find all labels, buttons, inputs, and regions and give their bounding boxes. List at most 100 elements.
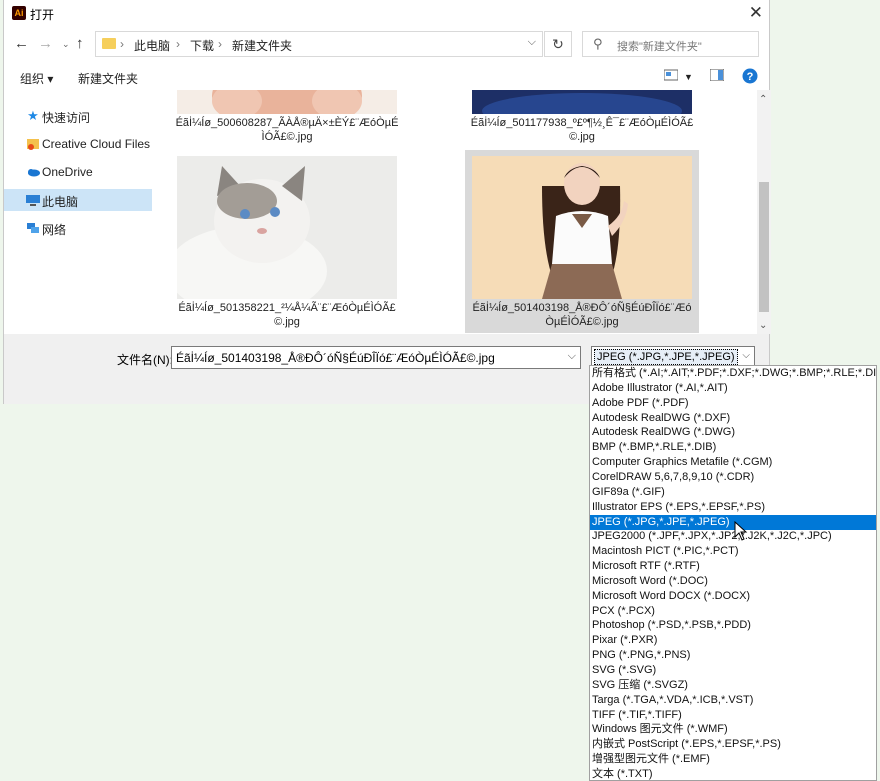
title-bar: Ai 打开 ✕	[4, 0, 769, 28]
mouse-cursor-icon	[734, 521, 748, 541]
file-thumbnail-image	[472, 156, 692, 299]
filename-input[interactable]: Éãİ¼Íø_501403198_Å®ÐÔ´óÑ§ÉúÐÎÏó£¨ÆóÒµÉÌÓ…	[171, 346, 581, 369]
toolbar: 组织 ▾ 新建文件夹 ▼ ?	[4, 64, 769, 90]
refresh-icon[interactable]: ↻	[544, 31, 572, 57]
computer-icon	[26, 193, 40, 207]
back-arrow-icon[interactable]: ←	[14, 35, 29, 52]
file-tile[interactable]: Éãİ¼Íø_501358221_²¼Å¼Ã¨£¨ÆóÒµÉÌÓÃ£ ©.jpg	[170, 150, 404, 333]
sidebar-item-network[interactable]: 网络	[4, 217, 152, 239]
chevron-down-icon[interactable]: ⌵	[742, 350, 750, 361]
organize-menu-button[interactable]: 组织 ▾	[20, 70, 53, 87]
file-type-option[interactable]: JPEG2000 (*.JPF,*.JPX,*.JP2,*.J2K,*.J2C,…	[590, 529, 876, 544]
file-type-option[interactable]: Autodesk RealDWG (*.DXF)	[590, 411, 876, 426]
file-type-option[interactable]: Microsoft Word (*.DOC)	[590, 574, 876, 589]
breadcrumb-separator-icon: ›	[218, 37, 222, 51]
view-options-dropdown-icon[interactable]: ▼	[684, 72, 693, 82]
file-type-option[interactable]: JPEG (*.JPG,*.JPE,*.JPEG)	[590, 514, 876, 530]
navigation-pane: ★ 快速访问 Creative Cloud Files OneDrive 此电脑…	[4, 98, 156, 333]
file-type-option[interactable]: TIFF (*.TIF,*.TIFF)	[590, 708, 876, 723]
breadcrumb-this-pc[interactable]: 此电脑	[134, 37, 170, 54]
file-type-option[interactable]: Computer Graphics Metafile (*.CGM)	[590, 455, 876, 470]
open-dialog: Ai 打开 ✕ ← → ⌄ ↑ › 此电脑 › 下载 › 新建文件夹 ⌵ ↻ ⚲…	[3, 0, 771, 404]
file-tile[interactable]: Éãİ¼Íø_501403198_Å®ÐÔ´óÑ§ÉúÐÎÏó£¨Æó ÒµÉÌÓ…	[465, 150, 699, 333]
breadcrumb-separator-icon: ›	[176, 37, 180, 51]
sidebar-item-label: Creative Cloud Files	[42, 137, 151, 151]
file-type-option[interactable]: Pixar (*.PXR)	[590, 633, 876, 648]
illustrator-app-icon: Ai	[12, 6, 26, 20]
network-icon	[26, 221, 40, 235]
sidebar-item-label: 此电脑	[42, 195, 79, 209]
file-type-option[interactable]: 内嵌式 PostScript (*.EPS,*.EPSF,*.PS)	[590, 737, 876, 752]
up-arrow-icon[interactable]: ↑	[76, 35, 84, 52]
file-thumbnail-image	[177, 90, 397, 114]
close-icon[interactable]: ✕	[749, 3, 763, 23]
file-type-dropdown-list: 所有格式 (*.AI;*.AIT;*.PDF;*.DXF;*.DWG;*.BMP…	[589, 365, 877, 781]
file-type-option[interactable]: Microsoft RTF (*.RTF)	[590, 559, 876, 574]
vertical-scrollbar[interactable]: ⌃ ⌄	[757, 90, 771, 334]
file-type-option[interactable]: BMP (*.BMP,*.RLE,*.DIB)	[590, 440, 876, 455]
file-type-option[interactable]: Adobe PDF (*.PDF)	[590, 396, 876, 411]
address-bar[interactable]: › 此电脑 › 下载 › 新建文件夹 ⌵	[95, 31, 543, 57]
star-icon: ★	[27, 108, 39, 123]
file-type-option[interactable]: Illustrator EPS (*.EPS,*.EPSF,*.PS)	[590, 500, 876, 515]
forward-arrow-icon[interactable]: →	[38, 35, 53, 52]
filename-history-dropdown-icon[interactable]: ⌵	[568, 350, 576, 363]
recent-locations-chevron-icon[interactable]: ⌄	[62, 39, 70, 50]
breadcrumb-separator-icon: ›	[120, 37, 124, 51]
file-type-option[interactable]: 所有格式 (*.AI;*.AIT;*.PDF;*.DXF;*.DWG;*.BMP…	[590, 366, 876, 381]
search-icon: ⚲	[593, 36, 603, 51]
file-type-option[interactable]: Targa (*.TGA,*.VDA,*.ICB,*.VST)	[590, 693, 876, 708]
file-list-area: Éãİ¼Íø_500608287_ÃÀÅ®µÄ×±ÈÝ£¨ÆóÒµÉ ÌÓÃ£©.…	[156, 90, 756, 334]
filename-value: Éãİ¼Íø_501403198_Å®ÐÔ´óÑ§ÉúÐÎÏó£¨ÆóÒµÉÌÓ…	[176, 351, 495, 365]
folder-icon	[102, 38, 116, 49]
file-type-option[interactable]: 增强型图元文件 (*.EMF)	[590, 752, 876, 767]
change-view-icon[interactable]	[664, 69, 678, 81]
file-thumbnail-image	[472, 90, 692, 114]
sidebar-item-label: 快速访问	[42, 111, 91, 125]
scroll-down-icon[interactable]: ⌄	[759, 320, 767, 331]
breadcrumb-new-folder[interactable]: 新建文件夹	[232, 37, 292, 54]
sidebar-item-onedrive[interactable]: OneDrive	[4, 161, 152, 183]
search-box[interactable]: ⚲ 搜索"新建文件夹"	[582, 31, 759, 57]
navigation-bar: ← → ⌄ ↑ › 此电脑 › 下载 › 新建文件夹 ⌵ ↻ ⚲ 搜索"新建文件…	[4, 30, 769, 60]
address-dropdown-icon[interactable]: ⌵	[528, 36, 536, 49]
sidebar-item-quick-access[interactable]: ★ 快速访问	[4, 105, 152, 127]
new-folder-button[interactable]: 新建文件夹	[78, 70, 138, 87]
file-name: Éãİ¼Íø_501403198_Å®ÐÔ´óÑ§ÉúÐÎÏó£¨Æó ÒµÉÌÓ…	[472, 302, 692, 328]
file-type-option[interactable]: Microsoft Word DOCX (*.DOCX)	[590, 589, 876, 604]
svg-text:?: ?	[747, 71, 754, 83]
scrollbar-thumb[interactable]	[759, 182, 769, 312]
scroll-up-icon[interactable]: ⌃	[759, 94, 767, 105]
file-type-option[interactable]: Autodesk RealDWG (*.DWG)	[590, 425, 876, 440]
file-thumbnail-image	[177, 156, 397, 299]
filename-label: 文件名(N):	[117, 353, 173, 367]
file-name: Éãİ¼Íø_501177938_º£º¶½¸Ê¯£¨ÆóÒµÉÌÓÃ£ ©.jp…	[470, 117, 694, 143]
file-type-option[interactable]: PCX (*.PCX)	[590, 604, 876, 619]
preview-pane-icon[interactable]	[710, 69, 724, 81]
sidebar-item-this-pc[interactable]: 此电脑	[4, 189, 152, 211]
file-type-option[interactable]: Adobe Illustrator (*.AI,*.AIT)	[590, 381, 876, 396]
file-type-option[interactable]: SVG (*.SVG)	[590, 663, 876, 678]
file-type-selected: JPEG (*.JPG,*.JPE,*.JPEG)	[594, 349, 738, 365]
help-icon[interactable]: ?	[742, 68, 758, 84]
file-type-option[interactable]: CorelDRAW 5,6,7,8,9,10 (*.CDR)	[590, 470, 876, 485]
sidebar-item-label: 网络	[42, 223, 67, 237]
file-type-option[interactable]: GIF89a (*.GIF)	[590, 485, 876, 500]
file-type-option[interactable]: Windows 图元文件 (*.WMF)	[590, 722, 876, 737]
file-type-option[interactable]: Photoshop (*.PSD,*.PSB,*.PDD)	[590, 618, 876, 633]
search-placeholder: 搜索"新建文件夹"	[617, 41, 702, 53]
file-type-option[interactable]: 文本 (*.TXT)	[590, 767, 876, 780]
file-type-option[interactable]: SVG 压缩 (*.SVGZ)	[590, 678, 876, 693]
file-tile[interactable]: Éãİ¼Íø_500608287_ÃÀÅ®µÄ×±ÈÝ£¨ÆóÒµÉ ÌÓÃ£©.…	[170, 90, 404, 148]
sidebar-item-label: OneDrive	[42, 165, 93, 179]
cloud-icon	[26, 165, 40, 179]
breadcrumb-downloads[interactable]: 下载	[190, 37, 214, 54]
file-type-option[interactable]: PNG (*.PNG,*.PNS)	[590, 648, 876, 663]
file-tile[interactable]: Éãİ¼Íø_501177938_º£º¶½¸Ê¯£¨ÆóÒµÉÌÓÃ£ ©.jp…	[465, 90, 699, 148]
window-title: 打开	[30, 8, 55, 22]
sidebar-item-creative-cloud[interactable]: Creative Cloud Files	[4, 133, 152, 155]
file-name: Éãİ¼Íø_501358221_²¼Å¼Ã¨£¨ÆóÒµÉÌÓÃ£ ©.jpg	[178, 302, 396, 328]
creative-cloud-icon	[26, 137, 40, 151]
file-type-option[interactable]: Macintosh PICT (*.PIC,*.PCT)	[590, 544, 876, 559]
file-name: Éãİ¼Íø_500608287_ÃÀÅ®µÄ×±ÈÝ£¨ÆóÒµÉ ÌÓÃ£©.…	[175, 117, 399, 143]
